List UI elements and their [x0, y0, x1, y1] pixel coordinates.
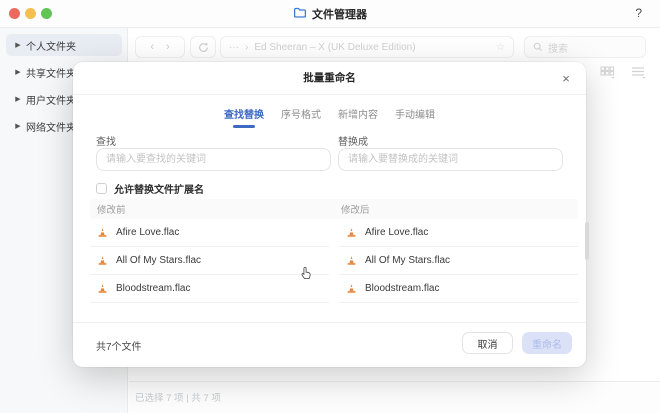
- sidebar-item-personal-folder[interactable]: ▶ 个人文件夹: [6, 34, 122, 56]
- breadcrumb-separator: ›: [245, 42, 248, 53]
- selection-status: 已选择 7 项 | 共 7 项: [135, 390, 221, 404]
- sidebar-item-label: 网络文件夹: [26, 119, 76, 134]
- table-header: 修改前 修改后: [90, 199, 578, 219]
- table-row-before[interactable]: All Of My Stars.flac: [90, 247, 329, 275]
- chevron-right-icon[interactable]: ▶: [10, 95, 26, 103]
- allow-replace-extension-row: 允许替换文件扩展名: [96, 181, 204, 196]
- sidebar-item-label: 共享文件夹: [26, 65, 76, 80]
- checkbox-label: 允许替换文件扩展名: [114, 181, 204, 196]
- tab-manual-edit[interactable]: 手动编辑: [395, 106, 435, 128]
- breadcrumb-path: Ed Sheeran – X (UK Deluxe Edition): [254, 42, 415, 53]
- filename: All Of My Stars.flac: [116, 255, 201, 266]
- window-title: 文件管理器: [312, 6, 367, 22]
- vlc-cone-icon: [97, 283, 108, 294]
- sidebar-item-label: 用户文件夹: [26, 92, 76, 107]
- list-view-icon[interactable]: [631, 66, 646, 79]
- dialog-title: 批量重命名: [73, 62, 586, 95]
- view-mode-switcher: [600, 66, 646, 79]
- table-row-after[interactable]: Bloodstream.flac: [339, 275, 578, 303]
- rename-preview-table: 修改前 修改后 Afire Love.flac Afire Love.flac …: [90, 199, 578, 303]
- filename: All Of My Stars.flac: [365, 255, 450, 266]
- toolbar: ‹ › ··· › Ed Sheeran – X (UK Deluxe Edit…: [128, 28, 660, 66]
- forward-button[interactable]: ›: [166, 41, 170, 53]
- tab-number-format[interactable]: 序号格式: [281, 106, 321, 128]
- breadcrumb[interactable]: ··· › Ed Sheeran – X (UK Deluxe Edition)…: [220, 36, 514, 58]
- find-input[interactable]: [96, 148, 331, 171]
- vlc-cone-icon: [346, 283, 357, 294]
- filename: Bloodstream.flac: [116, 283, 190, 294]
- chevron-right-icon[interactable]: ▶: [10, 122, 26, 130]
- filename: Bloodstream.flac: [365, 283, 439, 294]
- app-folder-icon: [293, 5, 306, 23]
- table-scrollbar[interactable]: [585, 222, 589, 260]
- tab-find-replace[interactable]: 查找替换: [224, 106, 264, 128]
- replace-input[interactable]: [338, 148, 563, 171]
- vlc-cone-icon: [97, 255, 108, 266]
- vlc-cone-icon: [97, 227, 108, 238]
- filename: Afire Love.flac: [116, 227, 179, 238]
- file-manager-window: 文件管理器 ? ▶ 个人文件夹 ▶ 共享文件夹 ▶ 用户文件夹 ▶ 网络文件夹 …: [0, 0, 660, 413]
- find-label: 查找: [96, 133, 116, 148]
- chevron-right-icon[interactable]: ▶: [10, 41, 26, 49]
- table-row-after[interactable]: Afire Love.flac: [339, 219, 578, 247]
- refresh-icon: [198, 42, 209, 53]
- search-box[interactable]: 搜索: [524, 36, 646, 58]
- vlc-cone-icon: [346, 255, 357, 266]
- table-body: Afire Love.flac Afire Love.flac All Of M…: [90, 219, 578, 303]
- replace-label: 替换成: [338, 133, 368, 148]
- refresh-button[interactable]: [190, 36, 216, 58]
- bookmark-star-icon[interactable]: ☆: [496, 42, 505, 53]
- table-row-before[interactable]: Bloodstream.flac: [90, 275, 329, 303]
- search-placeholder: 搜索: [548, 40, 568, 55]
- grid-view-icon[interactable]: [600, 66, 615, 79]
- titlebar: 文件管理器 ?: [0, 0, 660, 28]
- column-after: 修改后: [334, 202, 578, 216]
- help-button[interactable]: ?: [635, 6, 642, 20]
- checkbox-unchecked[interactable]: [96, 183, 107, 194]
- breadcrumb-more[interactable]: ···: [229, 42, 239, 53]
- chevron-right-icon[interactable]: ▶: [10, 68, 26, 76]
- rename-mode-tabs: 查找替换 序号格式 新增内容 手动编辑: [73, 106, 586, 128]
- nav-buttons: ‹ ›: [135, 36, 185, 58]
- tab-add-content[interactable]: 新增内容: [338, 106, 378, 128]
- rename-button[interactable]: 重命名: [522, 332, 572, 354]
- column-before: 修改前: [90, 202, 334, 216]
- sidebar-item-label: 个人文件夹: [26, 38, 76, 53]
- file-count: 共7个文件: [96, 338, 142, 353]
- table-row-before[interactable]: Afire Love.flac: [90, 219, 329, 247]
- table-row-after[interactable]: All Of My Stars.flac: [339, 247, 578, 275]
- footer-divider: [73, 322, 586, 323]
- dialog-header: 批量重命名 ×: [73, 62, 586, 95]
- status-bar: 已选择 7 项 | 共 7 项: [129, 381, 660, 413]
- filename: Afire Love.flac: [365, 227, 428, 238]
- close-icon[interactable]: ×: [556, 68, 576, 88]
- vlc-cone-icon: [346, 227, 357, 238]
- back-button[interactable]: ‹: [150, 41, 154, 53]
- search-icon: [533, 42, 543, 52]
- batch-rename-dialog: 批量重命名 × 查找替换 序号格式 新增内容 手动编辑 查找 替换成 允许替换文…: [73, 62, 586, 367]
- cancel-button[interactable]: 取消: [462, 332, 513, 354]
